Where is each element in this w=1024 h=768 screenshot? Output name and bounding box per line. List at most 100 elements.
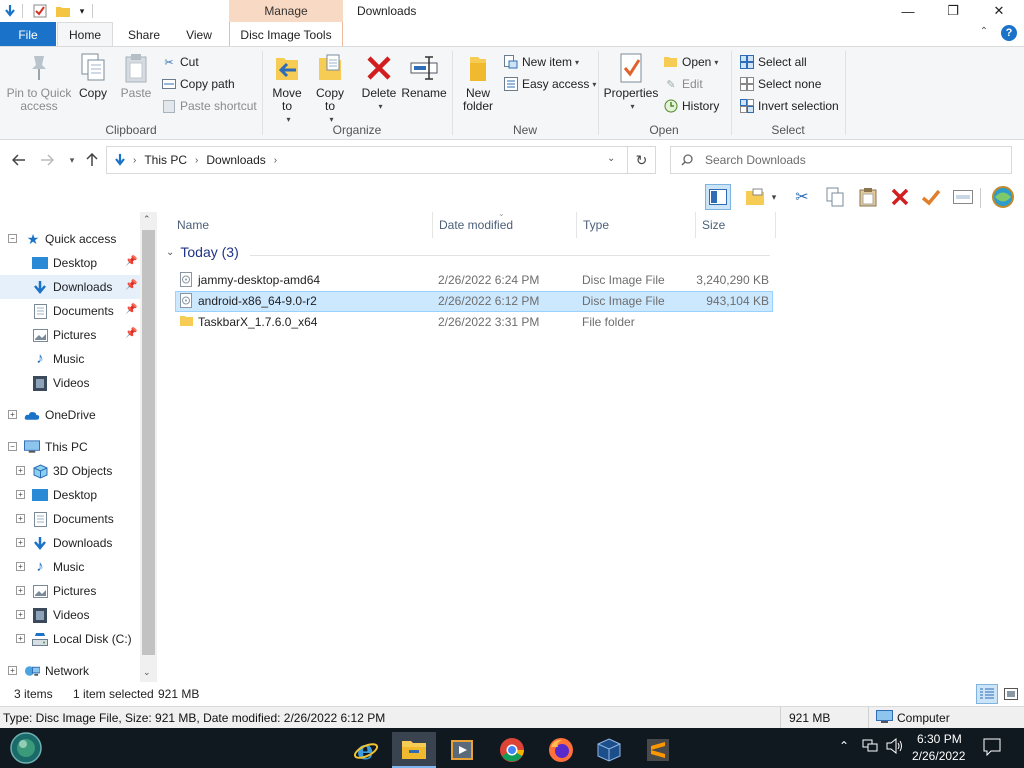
close-button[interactable]: ✕ [976, 0, 1022, 22]
delete-toolbar-icon[interactable] [887, 184, 913, 210]
firefox-icon[interactable] [539, 732, 583, 768]
rename-toolbar-icon[interactable] [950, 184, 976, 210]
copy-to-button[interactable]: Copy to ▾ [310, 51, 350, 126]
collapse-icon[interactable]: − [8, 442, 17, 451]
refresh-icon[interactable]: ↻ [628, 146, 656, 174]
qa-customize-chevron-icon[interactable]: ▾ [74, 3, 90, 19]
copy-path-button[interactable]: Copy path [161, 74, 235, 94]
tree-item-pc-music[interactable]: + ♪ Music [0, 555, 140, 579]
table-row-selected[interactable]: android-x86_64-9.0-r2 2/26/2022 6:12 PM … [175, 291, 773, 312]
volume-icon[interactable] [886, 737, 904, 757]
invert-selection-button[interactable]: Invert selection [739, 96, 839, 116]
scroll-up-chevron-icon[interactable]: ⌃ [143, 214, 151, 225]
minimize-button[interactable]: — [885, 0, 931, 22]
breadcrumb-downloads[interactable]: Downloads [206, 153, 265, 167]
history-button[interactable]: History [663, 96, 719, 116]
large-icons-view-icon[interactable] [1001, 684, 1021, 704]
tree-item-pc-downloads[interactable]: + Downloads [0, 531, 140, 555]
tree-item-pc-videos[interactable]: + Videos [0, 603, 140, 627]
expand-icon[interactable]: + [16, 562, 25, 571]
group-header-today[interactable]: ⌄ Today (3) [166, 244, 239, 260]
tab-home[interactable]: Home [57, 22, 113, 47]
preview-pane-icon[interactable] [705, 184, 731, 210]
tree-item-pc-desktop[interactable]: + Desktop [0, 483, 140, 507]
column-header-name[interactable]: Name [171, 212, 433, 238]
media-player-icon[interactable] [440, 732, 484, 768]
new-folder-button[interactable]: New folder [458, 51, 498, 113]
tree-item-music[interactable]: ♪ Music [0, 347, 140, 371]
tree-item-pictures[interactable]: Pictures 📌 [0, 323, 140, 347]
chrome-icon[interactable] [490, 732, 534, 768]
tree-item-downloads[interactable]: Downloads 📌 [0, 275, 140, 299]
expand-icon[interactable]: + [16, 586, 25, 595]
tree-item-local-disk[interactable]: + Local Disk (C:) [0, 627, 140, 651]
start-orb-icon[interactable] [8, 732, 44, 764]
clock-date[interactable]: 2/26/2022 [912, 749, 965, 763]
tree-item-onedrive[interactable]: + OneDrive [0, 403, 140, 427]
address-history-chevron-icon[interactable]: ⌄ [607, 153, 615, 164]
sublime-text-icon[interactable] [636, 732, 680, 768]
move-to-button[interactable]: Move to ▾ [268, 51, 306, 126]
help-icon[interactable]: ? [1001, 25, 1017, 41]
expand-icon[interactable]: + [16, 634, 25, 643]
checkmark-toolbar-icon[interactable] [918, 184, 944, 210]
expand-icon[interactable]: + [16, 490, 25, 499]
maximize-button[interactable]: ❐ [930, 0, 976, 22]
new-folder-icon[interactable] [55, 3, 71, 19]
expand-icon[interactable]: + [16, 610, 25, 619]
expand-icon[interactable]: + [16, 538, 25, 547]
search-input[interactable]: Search Downloads [670, 146, 1012, 174]
column-header-size[interactable]: Size [696, 212, 776, 238]
ribbon-collapse-chevron-icon[interactable]: ⌃ [977, 26, 991, 40]
table-row[interactable]: TaskbarX_1.7.6.0_x64 2/26/2022 3:31 PM F… [175, 312, 773, 333]
expand-icon[interactable]: + [8, 666, 17, 675]
tree-item-pc-documents[interactable]: + Documents [0, 507, 140, 531]
select-none-button[interactable]: Select none [739, 74, 821, 94]
expand-icon[interactable]: + [16, 514, 25, 523]
tree-item-network[interactable]: + Network [0, 659, 140, 683]
easy-access-button[interactable]: Easy access ▾ [503, 74, 596, 94]
group-collapse-chevron-icon[interactable]: ⌄ [166, 247, 174, 258]
new-item-button[interactable]: New item ▾ [503, 52, 579, 72]
tab-share[interactable]: Share [118, 22, 170, 47]
collapse-icon[interactable]: − [8, 234, 17, 243]
virtualbox-icon[interactable] [587, 732, 631, 768]
file-explorer-icon[interactable] [392, 732, 436, 768]
tree-item-pc-pictures[interactable]: + Pictures [0, 579, 140, 603]
delete-button[interactable]: Delete ▾ [358, 51, 400, 113]
action-center-icon[interactable] [983, 738, 1001, 759]
clock-time[interactable]: 6:30 PM [917, 732, 962, 746]
up-arrow-icon[interactable] [82, 150, 102, 170]
tray-overflow-chevron-icon[interactable]: ⌃ [839, 739, 849, 753]
paste-shortcut-button[interactable]: Paste shortcut [161, 96, 257, 116]
edit-button[interactable]: ✎ Edit [663, 74, 702, 94]
tree-item-3d-objects[interactable]: + 3D Objects [0, 459, 140, 483]
open-button[interactable]: Open ▾ [663, 52, 718, 72]
tree-item-quick-access[interactable]: − ★ Quick access [0, 227, 140, 251]
nav-pane-scroll-thumb[interactable] [142, 230, 155, 655]
internet-explorer-icon[interactable]: e [344, 732, 388, 768]
select-all-button[interactable]: Select all [739, 52, 807, 72]
globe-shell-icon[interactable] [990, 184, 1016, 210]
tree-item-this-pc[interactable]: − This PC [0, 435, 140, 459]
toolbar-dropdown-icon[interactable]: ▾ [768, 184, 780, 210]
breadcrumb-this-pc[interactable]: This PC [144, 153, 187, 167]
copy-button[interactable]: Copy [76, 51, 110, 100]
network-tray-icon[interactable] [862, 739, 878, 756]
new-folder-toolbar-icon[interactable] [742, 184, 768, 210]
scroll-down-chevron-icon[interactable]: ⌄ [143, 667, 151, 678]
address-bar[interactable]: › This PC › Downloads › ⌄ [106, 146, 628, 174]
details-view-icon[interactable] [976, 684, 998, 704]
column-header-date-modified[interactable]: Date modified [433, 212, 577, 238]
table-row[interactable]: jammy-desktop-amd64 2/26/2022 6:24 PM Di… [175, 270, 773, 291]
copy-toolbar-icon[interactable] [822, 184, 848, 210]
tab-disc-image-tools[interactable]: Disc Image Tools [229, 22, 343, 47]
cut-toolbar-icon[interactable]: ✂ [789, 184, 815, 210]
tree-item-videos[interactable]: Videos [0, 371, 140, 395]
forward-arrow-icon[interactable] [37, 150, 57, 170]
expand-icon[interactable]: + [8, 410, 17, 419]
recent-locations-chevron-icon[interactable]: ▾ [62, 150, 82, 170]
paste-button[interactable]: Paste [116, 51, 156, 100]
tab-file[interactable]: File [0, 22, 56, 47]
paste-toolbar-icon[interactable] [855, 184, 881, 210]
